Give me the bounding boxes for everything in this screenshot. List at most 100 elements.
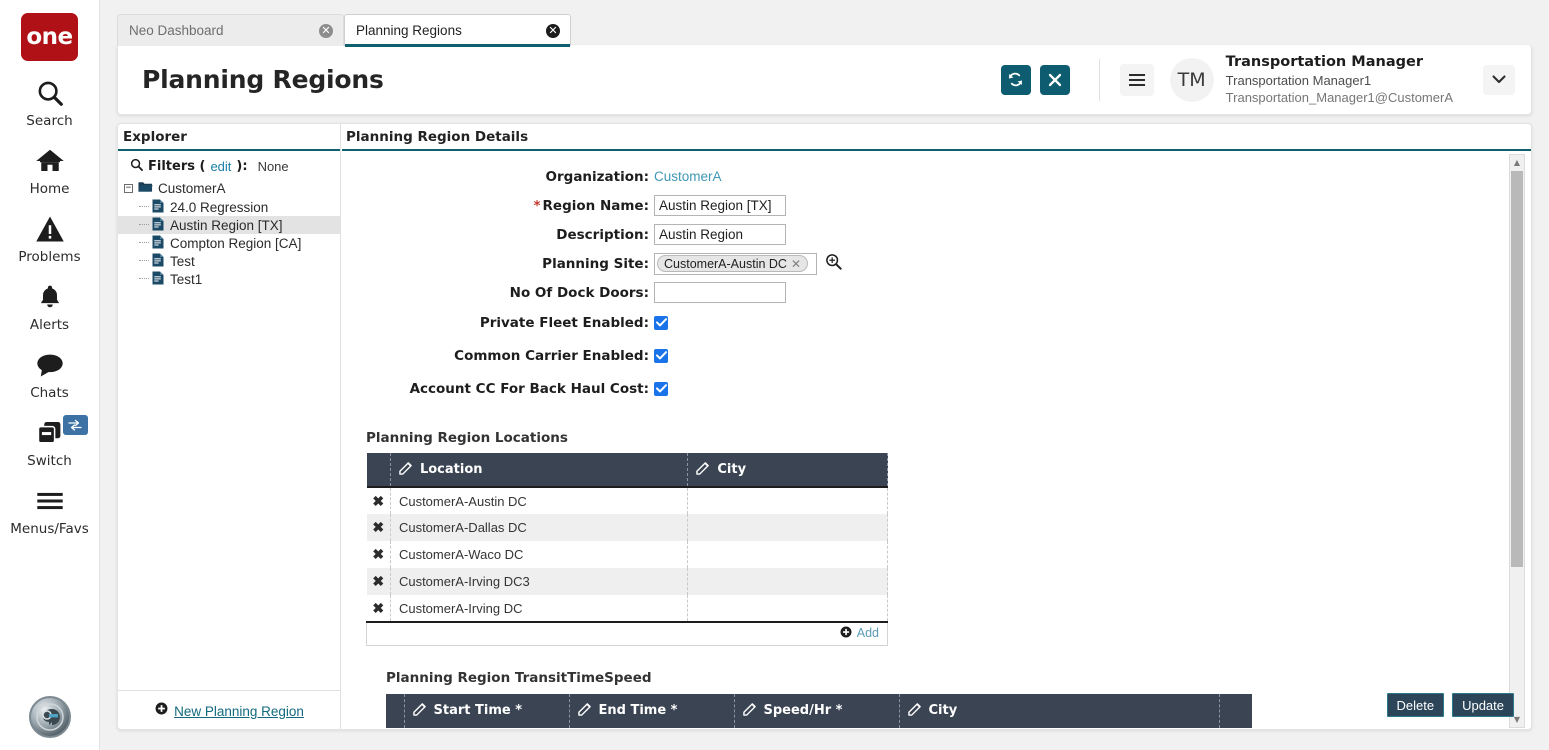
tree-node-24-0-regression[interactable]: 24.0 Regression bbox=[118, 198, 340, 216]
tree-node-test[interactable]: Test bbox=[118, 252, 340, 270]
user-display-name: Transportation Manager bbox=[1226, 53, 1453, 72]
common-carrier-checkbox[interactable] bbox=[654, 349, 668, 363]
chevron-down-icon[interactable] bbox=[1483, 65, 1515, 95]
tab-planning-regions[interactable]: Planning Regions ✕ bbox=[344, 14, 571, 46]
tab-strip: Neo Dashboard ✕ Planning Regions ✕ bbox=[117, 14, 571, 46]
cell-city bbox=[688, 541, 888, 568]
sidebar-item-home[interactable]: Home bbox=[0, 129, 100, 197]
tab-label: Neo Dashboard bbox=[129, 23, 224, 38]
column-header-label: City bbox=[717, 462, 746, 477]
column-header-start-time[interactable]: Start Time * bbox=[404, 694, 569, 728]
avatar[interactable]: TM bbox=[1170, 58, 1214, 102]
column-header-speed-hr[interactable]: Speed/Hr * bbox=[734, 694, 899, 728]
edit-pencil-icon[interactable] bbox=[743, 702, 757, 720]
update-button[interactable]: Update bbox=[1452, 693, 1514, 717]
swap-arrows-icon[interactable] bbox=[63, 415, 88, 435]
row-delete-icon[interactable]: ✖ bbox=[367, 595, 391, 622]
field-label-organization: Organization: bbox=[342, 169, 654, 185]
locations-table-title: Planning Region Locations bbox=[366, 430, 1531, 446]
delete-button[interactable]: Delete bbox=[1387, 693, 1445, 717]
cell-location: CustomerA-Irving DC bbox=[390, 595, 687, 622]
column-header-city[interactable]: City bbox=[899, 694, 1219, 728]
document-icon bbox=[152, 235, 164, 252]
filters-label: Filters ( bbox=[148, 159, 205, 174]
sidebar-item-search[interactable]: Search bbox=[0, 61, 100, 129]
search-icon bbox=[130, 158, 143, 174]
plus-circle-icon bbox=[155, 702, 168, 720]
explorer-title: Explorer bbox=[118, 124, 340, 151]
column-header-location[interactable]: Location bbox=[390, 453, 687, 487]
table-header: Start Time * End Time * bbox=[386, 694, 1252, 728]
sidebar-item-switch[interactable]: Switch bbox=[0, 401, 100, 469]
magnifier-plus-icon[interactable] bbox=[825, 253, 842, 275]
close-x-icon[interactable] bbox=[1040, 65, 1070, 95]
close-icon[interactable]: ✕ bbox=[546, 24, 560, 38]
planning-site-input[interactable]: CustomerA-Austin DC ✕ bbox=[654, 253, 817, 275]
account-cc-checkbox[interactable] bbox=[654, 382, 668, 396]
chip-label: CustomerA-Austin DC bbox=[664, 257, 787, 271]
header-divider bbox=[1099, 59, 1100, 101]
header-menu-icon[interactable] bbox=[1120, 64, 1154, 96]
detail-scroll-area[interactable]: Organization: CustomerA *Region Name: De… bbox=[342, 153, 1531, 730]
tab-neo-dashboard[interactable]: Neo Dashboard ✕ bbox=[117, 14, 344, 46]
refresh-icon[interactable] bbox=[1001, 65, 1031, 95]
table-row[interactable]: ✖ CustomerA-Irving DC3 bbox=[367, 568, 888, 595]
column-header-label: End Time * bbox=[599, 703, 678, 718]
field-row-account-cc: Account CC For Back Haul Cost: bbox=[342, 376, 1531, 401]
row-delete-icon[interactable]: ✖ bbox=[367, 568, 391, 595]
tree-connector bbox=[139, 224, 149, 225]
table-row[interactable]: ✖ CustomerA-Austin DC bbox=[367, 487, 888, 514]
field-label-account-cc: Account CC For Back Haul Cost: bbox=[342, 381, 654, 397]
sidebar-item-chats[interactable]: Chats bbox=[0, 333, 100, 401]
brand-logo[interactable]: one bbox=[21, 13, 78, 61]
ai-brain-avatar-icon[interactable] bbox=[29, 696, 71, 738]
document-icon bbox=[152, 199, 164, 216]
scrollbar-thumb[interactable] bbox=[1511, 171, 1523, 567]
add-location-button[interactable]: Add bbox=[840, 626, 879, 641]
table-row[interactable]: ✖ CustomerA-Dallas DC bbox=[367, 514, 888, 541]
sidebar-item-menus-favs[interactable]: Menus/Favs bbox=[0, 469, 100, 537]
header-actions: TM Transportation Manager Transportation… bbox=[992, 53, 1531, 106]
row-delete-icon[interactable]: ✖ bbox=[367, 514, 391, 541]
edit-pencil-icon[interactable] bbox=[413, 702, 427, 720]
column-header-city[interactable]: City bbox=[688, 453, 888, 487]
chip-remove-icon[interactable]: ✕ bbox=[791, 257, 801, 271]
edit-pencil-icon[interactable] bbox=[696, 461, 710, 479]
edit-pencil-icon[interactable] bbox=[399, 461, 413, 479]
vertical-scrollbar[interactable]: ▲ ▼ bbox=[1509, 154, 1525, 728]
table-body: ✖ CustomerA-Austin DC ✖ CustomerA-Dallas… bbox=[367, 487, 888, 622]
collapse-toggle-icon[interactable]: − bbox=[124, 184, 133, 193]
planning-region-form: Organization: CustomerA *Region Name: De… bbox=[342, 153, 1531, 401]
explorer-panel: Explorer Filters ( edit ): None − Custom… bbox=[118, 124, 341, 730]
description-input[interactable] bbox=[654, 224, 786, 245]
edit-pencil-icon[interactable] bbox=[908, 702, 922, 720]
table-row[interactable]: ✖ CustomerA-Irving DC bbox=[367, 595, 888, 622]
header-spacer bbox=[386, 694, 404, 728]
private-fleet-checkbox[interactable] bbox=[654, 316, 668, 330]
tree-root-customera[interactable]: − CustomerA bbox=[118, 178, 340, 198]
row-delete-icon[interactable]: ✖ bbox=[367, 541, 391, 568]
tree-node-compton-region-ca[interactable]: Compton Region [CA] bbox=[118, 234, 340, 252]
caret-up-icon[interactable]: ▲ bbox=[1510, 155, 1524, 170]
dock-doors-input[interactable] bbox=[654, 282, 786, 303]
close-icon[interactable]: ✕ bbox=[319, 24, 333, 38]
sidebar-item-problems[interactable]: Problems bbox=[0, 197, 100, 265]
filters-edit-link[interactable]: edit bbox=[210, 159, 231, 174]
header-spacer-end bbox=[1219, 694, 1252, 728]
cell-city bbox=[688, 568, 888, 595]
cell-city bbox=[688, 595, 888, 622]
row-delete-icon[interactable]: ✖ bbox=[367, 487, 391, 514]
column-header-label: Start Time * bbox=[434, 703, 523, 718]
table-row[interactable]: ✖ CustomerA-Waco DC bbox=[367, 541, 888, 568]
column-header-end-time[interactable]: End Time * bbox=[569, 694, 734, 728]
tree-connector bbox=[139, 278, 149, 279]
cell-location: CustomerA-Dallas DC bbox=[390, 514, 687, 541]
planning-site-chip[interactable]: CustomerA-Austin DC ✕ bbox=[657, 255, 808, 272]
sidebar-item-alerts[interactable]: Alerts bbox=[0, 265, 100, 333]
new-planning-region-link[interactable]: New Planning Region bbox=[174, 704, 304, 719]
tree-node-test1[interactable]: Test1 bbox=[118, 270, 340, 288]
tree-node-austin-region-tx[interactable]: Austin Region [TX] bbox=[118, 216, 340, 234]
edit-pencil-icon[interactable] bbox=[578, 702, 592, 720]
region-name-input[interactable] bbox=[654, 195, 786, 216]
field-value-organization[interactable]: CustomerA bbox=[654, 169, 722, 184]
